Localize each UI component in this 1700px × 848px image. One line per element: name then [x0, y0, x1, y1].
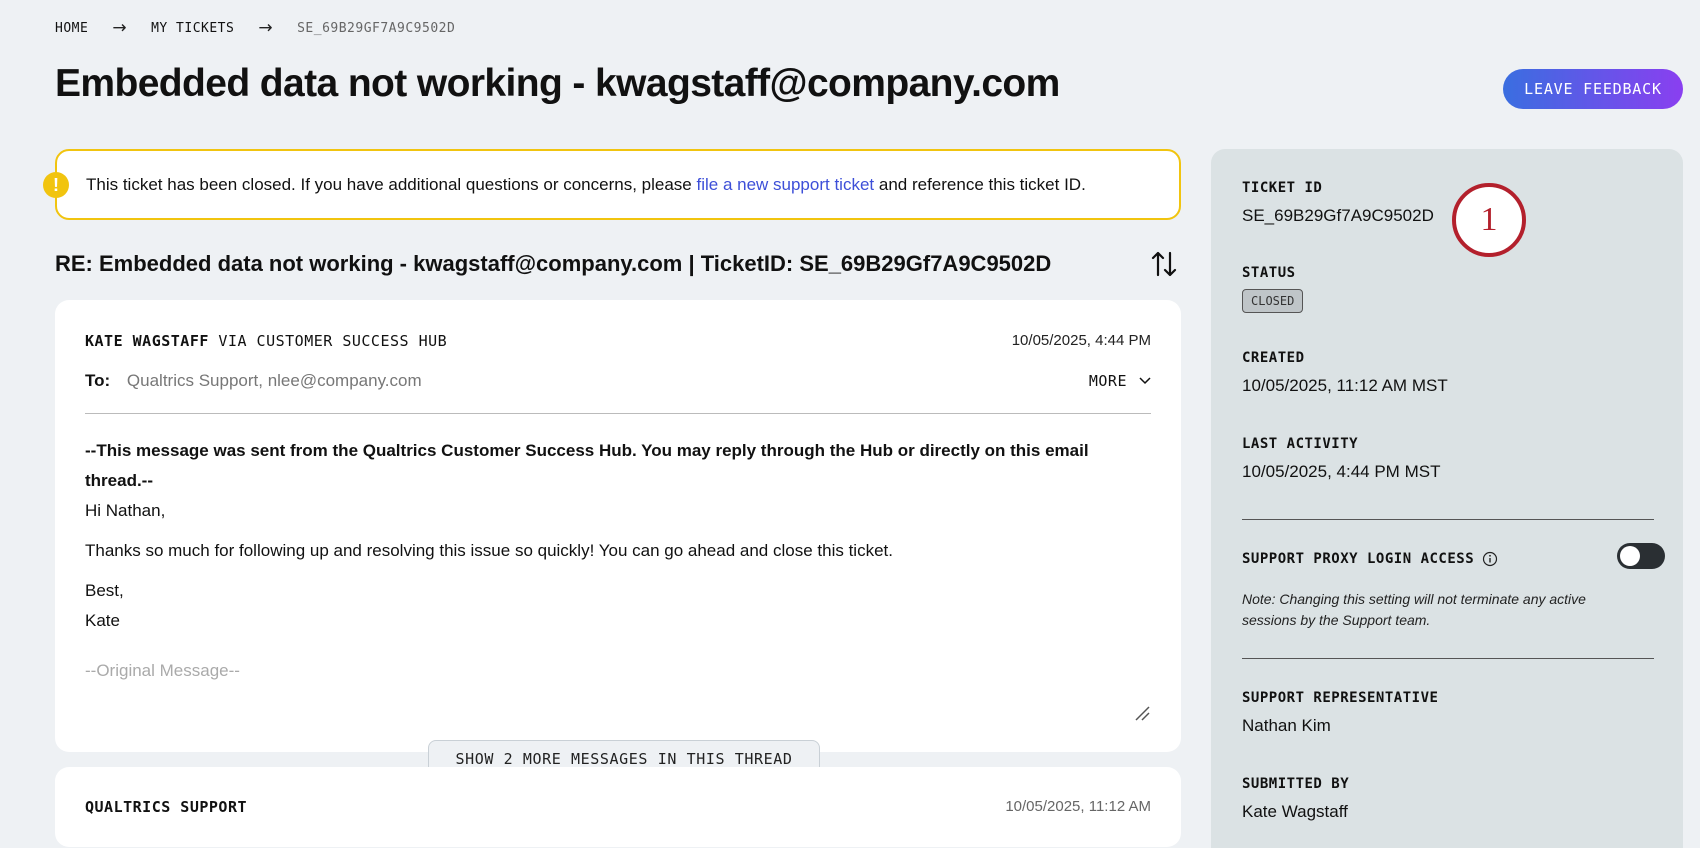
proxy-access-toggle[interactable]	[1617, 543, 1665, 569]
message-card[interactable]: QUALTRICS SUPPORT 10/05/2025, 11:12 AM	[55, 767, 1181, 847]
status-label: STATUS	[1242, 265, 1296, 281]
submitted-by-label: SUBMITTED BY	[1242, 776, 1350, 792]
submitted-by-value: Kate Wagstaff	[1242, 802, 1348, 821]
ticket-id-label: TICKET ID	[1242, 180, 1323, 196]
created-value: 10/05/2025, 11:12 AM MST	[1242, 376, 1448, 395]
hub-notice: --This message was sent from the Qualtri…	[85, 441, 1089, 490]
resize-handle-icon[interactable]	[1133, 704, 1151, 722]
toggle-knob	[1620, 546, 1640, 566]
message-sender: QUALTRICS SUPPORT	[85, 798, 247, 816]
callout-marker: 1	[1452, 183, 1526, 257]
new-ticket-link[interactable]: file a new support ticket	[696, 175, 874, 194]
message-card: KATE WAGSTAFF VIA CUSTOMER SUCCESS HUB 1…	[55, 300, 1181, 752]
support-rep-label: SUPPORT REPRESENTATIVE	[1242, 690, 1439, 706]
last-activity-label: LAST ACTIVITY	[1242, 436, 1359, 452]
breadcrumb: HOME → MY TICKETS → SE_69B29GF7A9C9502D	[55, 18, 455, 38]
alert-text-after: and reference this ticket ID.	[874, 174, 1086, 194]
message-timestamp: 10/05/2025, 11:12 AM	[1005, 798, 1151, 815]
proxy-access-note: Note: Changing this setting will not ter…	[1242, 591, 1586, 628]
breadcrumb-my-tickets[interactable]: MY TICKETS	[151, 21, 234, 36]
page-title: Embedded data not working - kwagstaff@co…	[55, 62, 1060, 105]
greeting: Hi Nathan,	[85, 501, 166, 520]
ticket-id-field: TICKET ID SE_69B29Gf7A9C9502D	[1242, 180, 1434, 226]
support-rep-value: Nathan Kim	[1242, 716, 1331, 735]
proxy-access-row: SUPPORT PROXY LOGIN ACCESS	[1242, 543, 1665, 569]
arrow-right-icon: →	[258, 18, 274, 38]
to-label: To:	[85, 371, 111, 390]
more-button[interactable]: MORE	[1089, 372, 1151, 390]
recipients: Qualtrics Support, nlee@company.com	[126, 371, 422, 390]
last-activity-field: LAST ACTIVITY 10/05/2025, 4:44 PM MST	[1242, 436, 1440, 482]
signoff: Best,	[85, 581, 124, 600]
alert-text: This ticket has been closed. If you have…	[86, 175, 1086, 195]
submitted-by-field: SUBMITTED BY Kate Wagstaff	[1242, 776, 1349, 822]
chevron-down-icon	[1139, 377, 1151, 385]
ticket-id-value: SE_69B29Gf7A9C9502D	[1242, 206, 1434, 225]
breadcrumb-current: SE_69B29GF7A9C9502D	[297, 20, 456, 36]
last-activity-value: 10/05/2025, 4:44 PM MST	[1242, 462, 1441, 481]
leave-feedback-button[interactable]: LEAVE FEEDBACK	[1503, 69, 1683, 109]
message-timestamp: 10/05/2025, 4:44 PM	[1011, 332, 1151, 349]
breadcrumb-home[interactable]: HOME	[55, 21, 88, 36]
closed-ticket-alert: ! This ticket has been closed. If you ha…	[43, 149, 1181, 220]
signature: Kate	[85, 611, 120, 630]
status-field: STATUS CLOSED	[1242, 265, 1304, 313]
arrow-right-icon: →	[112, 18, 128, 38]
warning-icon: !	[43, 172, 69, 198]
divider	[1242, 519, 1654, 520]
created-field: CREATED 10/05/2025, 11:12 AM MST	[1242, 350, 1448, 396]
status-badge: CLOSED	[1242, 289, 1304, 313]
info-icon[interactable]	[1482, 551, 1498, 567]
support-rep-field: SUPPORT REPRESENTATIVE Nathan Kim	[1242, 690, 1438, 736]
sender-name: KATE WAGSTAFF	[85, 332, 209, 350]
recipients-row: To: Qualtrics Support, nlee@company.com	[85, 371, 422, 391]
divider	[1242, 658, 1654, 659]
sort-icon[interactable]	[1150, 249, 1178, 279]
sender-via: VIA CUSTOMER SUCCESS HUB	[208, 332, 448, 350]
message-body: --This message was sent from the Qualtri…	[85, 436, 1131, 686]
divider	[85, 413, 1151, 414]
created-label: CREATED	[1242, 350, 1305, 366]
ticket-details-sidebar: TICKET ID SE_69B29Gf7A9C9502D STATUS CLO…	[1211, 149, 1683, 848]
more-label: MORE	[1088, 372, 1127, 390]
thread-title: RE: Embedded data not working - kwagstaf…	[55, 251, 1052, 276]
original-message-label: --Original Message--	[85, 661, 240, 680]
message-sender: KATE WAGSTAFF VIA CUSTOMER SUCCESS HUB	[85, 332, 447, 350]
alert-text-before: This ticket has been closed. If you have…	[86, 174, 697, 194]
sender-name: QUALTRICS SUPPORT	[85, 798, 248, 816]
message-paragraph: Thanks so much for following up and reso…	[85, 541, 893, 560]
proxy-access-label: SUPPORT PROXY LOGIN ACCESS	[1242, 551, 1475, 567]
